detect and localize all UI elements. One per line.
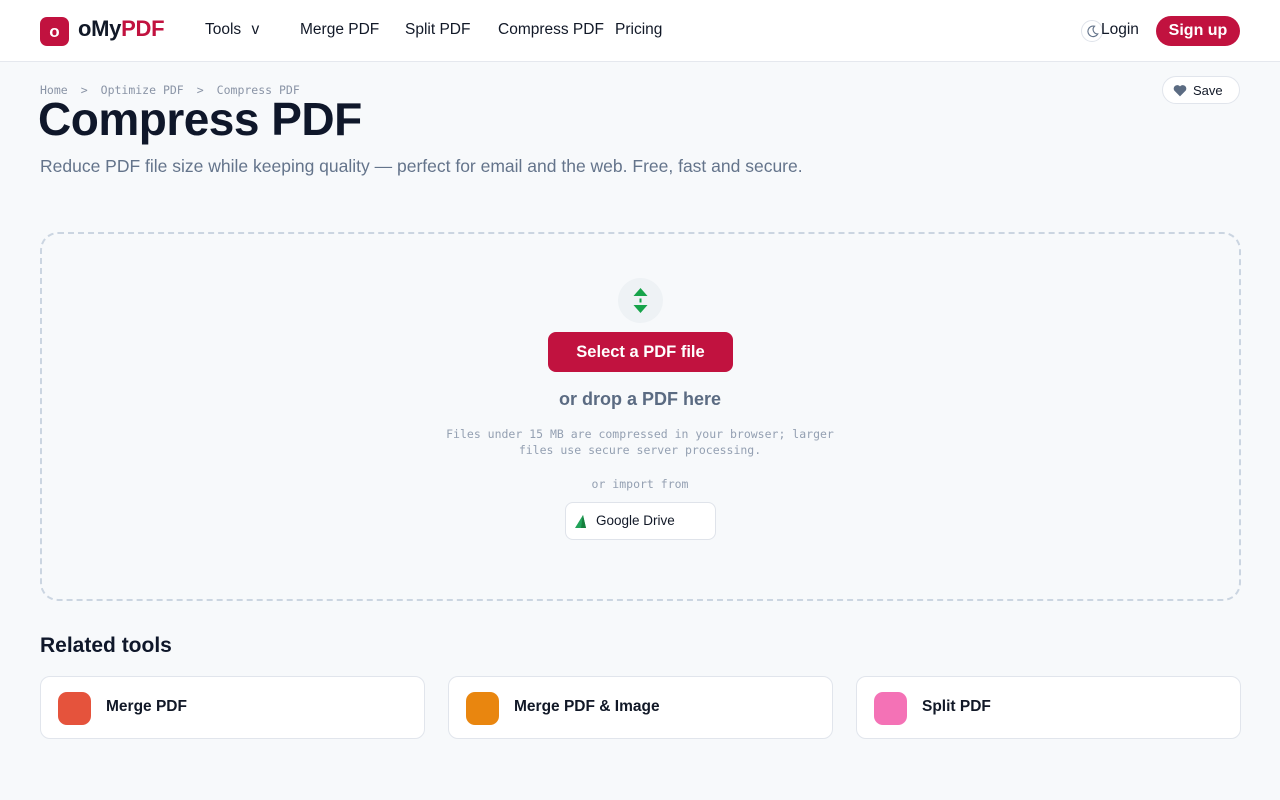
brand-logo[interactable]: oMyPDF: [78, 16, 165, 42]
save-button[interactable]: Save: [1162, 76, 1240, 104]
import-label: or import from: [591, 477, 689, 491]
signup-button[interactable]: Sign up: [1156, 16, 1240, 46]
related-tool-card[interactable]: Merge PDF: [40, 676, 425, 739]
size-hint: Files under 15 MB are compressed in your…: [446, 427, 834, 457]
brand-name-part1: oMy: [78, 16, 122, 41]
login-link[interactable]: Login: [1101, 21, 1139, 39]
chevron-down-icon: v: [251, 21, 260, 38]
related-tool-name: Merge PDF: [106, 698, 187, 715]
google-drive-label: Google Drive: [596, 513, 675, 528]
related-tool-card[interactable]: Merge PDF & Image: [448, 676, 833, 739]
nav-tools-dropdown[interactable]: Tools v: [205, 21, 259, 39]
nav-compress-pdf[interactable]: Compress PDF: [498, 21, 604, 39]
heart-icon: [1173, 85, 1187, 97]
related-tool-name: Split PDF: [922, 698, 991, 715]
nav-merge-pdf[interactable]: Merge PDF: [300, 21, 379, 39]
related-tools-heading: Related tools: [40, 634, 172, 657]
save-label: Save: [1193, 83, 1223, 98]
google-drive-button[interactable]: Google Drive: [565, 502, 716, 540]
moon-icon: [1087, 25, 1099, 38]
nav-pricing[interactable]: Pricing: [615, 21, 662, 39]
nav-split-pdf[interactable]: Split PDF: [405, 21, 470, 39]
page-subtitle: Reduce PDF file size while keeping quali…: [40, 156, 803, 176]
brand-name-part2: PDF: [121, 16, 165, 41]
top-header: o oMyPDF Tools v Merge PDF Split PDF Com…: [0, 0, 1280, 62]
logo-icon[interactable]: o: [40, 17, 69, 46]
page-title: Compress PDF: [38, 93, 362, 145]
compress-arrows-icon: [618, 278, 663, 323]
select-pdf-button[interactable]: Select a PDF file: [548, 332, 733, 372]
google-drive-icon: [575, 515, 586, 528]
tool-color-swatch: [466, 692, 499, 725]
drop-instructions: or drop a PDF here: [558, 389, 722, 409]
nav-tools-label: Tools: [205, 21, 242, 38]
tool-color-swatch: [58, 692, 91, 725]
tool-color-swatch: [874, 692, 907, 725]
theme-toggle-button[interactable]: [1081, 20, 1103, 42]
related-tool-card[interactable]: Split PDF: [856, 676, 1241, 739]
related-tool-name: Merge PDF & Image: [514, 698, 660, 715]
